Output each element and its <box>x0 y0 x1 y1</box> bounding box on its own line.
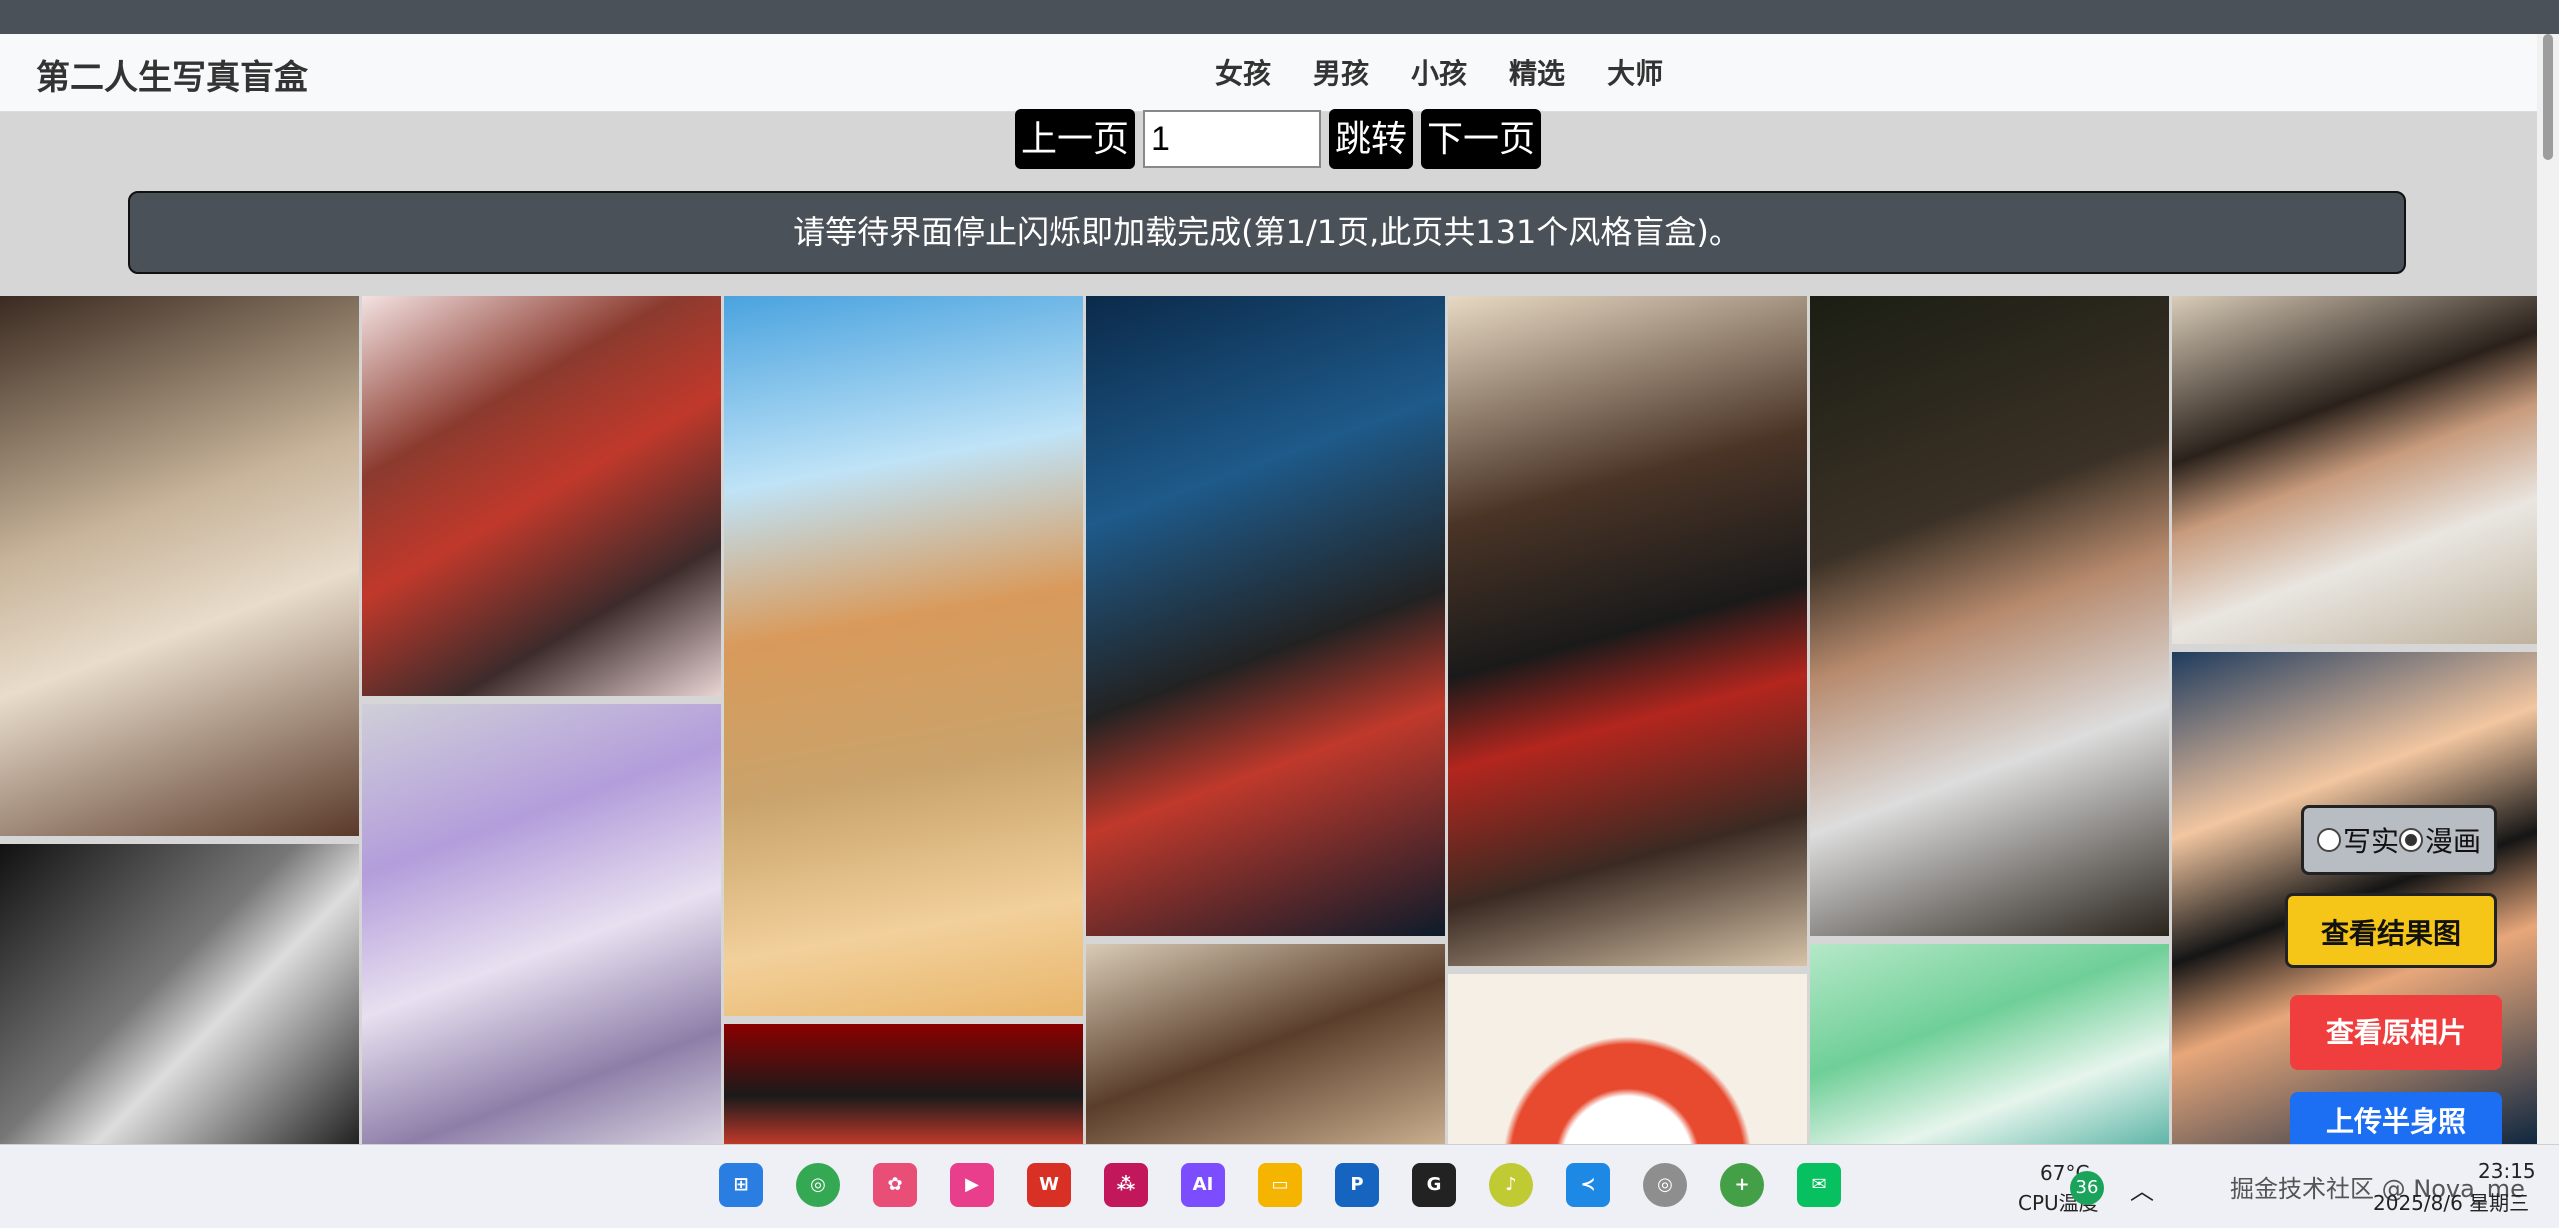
radio-real-label: 写实 <box>2342 825 2399 858</box>
loading-banner: 请等待界面停止闪烁即加载完成(第1/1页,此页共131个风格盲盒)。 <box>128 191 2406 274</box>
tray-chevron-icon[interactable]: ︿ <box>2130 1171 2154 1206</box>
style-card-image[interactable] <box>362 704 721 1144</box>
radio-real[interactable] <box>2316 828 2341 852</box>
style-card-image[interactable] <box>1086 944 1445 1144</box>
prev-page-button[interactable]: 上一页 <box>1015 109 1136 169</box>
wechat-icon[interactable]: ✉ <box>1797 1163 1841 1207</box>
style-card-image[interactable] <box>1810 944 2169 1144</box>
mode-selector: 写实 漫画 <box>2301 805 2497 875</box>
clock-date[interactable]: 2025/8/6 星期三 <box>2373 1187 2529 1216</box>
chrome-icon[interactable]: ◎ <box>796 1163 840 1207</box>
nav-link-girl[interactable]: 女孩 <box>1215 52 1271 92</box>
nav-links: 女孩 男孩 小孩 精选 大师 <box>1215 52 1705 92</box>
nav-link-boy[interactable]: 男孩 <box>1313 52 1369 92</box>
view-result-button[interactable]: 查看结果图 <box>2285 893 2497 968</box>
style-card-image[interactable] <box>362 296 721 696</box>
clock-time[interactable]: 23:15 <box>2478 1159 2536 1183</box>
style-card-image[interactable] <box>1086 296 1445 936</box>
nav-link-kid[interactable]: 小孩 <box>1411 52 1467 92</box>
app-plus-icon[interactable]: + <box>1720 1163 1764 1207</box>
app-dots-icon[interactable]: ⁂ <box>1104 1163 1148 1207</box>
windows-start-icon[interactable]: ⊞ <box>719 1163 763 1207</box>
style-card-image[interactable] <box>1448 296 1807 966</box>
view-original-button[interactable]: 查看原相片 <box>2290 995 2502 1070</box>
app-pink-icon[interactable]: ▶ <box>950 1163 994 1207</box>
music-icon[interactable]: ♪ <box>1489 1163 1533 1207</box>
window-top-strip <box>0 0 2559 34</box>
app-flower-icon[interactable]: ✿ <box>873 1163 917 1207</box>
style-card-image[interactable] <box>724 1024 1083 1144</box>
nav-link-master[interactable]: 大师 <box>1607 52 1663 92</box>
style-card-image[interactable] <box>1810 296 2169 936</box>
pager: 上一页 跳转 下一页 <box>1015 109 1542 169</box>
jump-button[interactable]: 跳转 <box>1329 109 1414 169</box>
style-card-image[interactable] <box>0 844 359 1144</box>
ai-icon[interactable]: AI <box>1181 1163 1225 1207</box>
style-card-image[interactable] <box>1448 974 1807 1144</box>
style-card-image[interactable] <box>724 296 1083 1016</box>
scrollbar-thumb[interactable] <box>2543 34 2553 160</box>
radio-anime[interactable] <box>2399 828 2423 852</box>
navbar: 第二人生写真盲盒 女孩 男孩 小孩 精选 大师 <box>0 34 2537 112</box>
file-explorer-icon[interactable]: ▭ <box>1258 1163 1302 1207</box>
upload-half-body-button[interactable]: 上传半身照 <box>2290 1092 2502 1144</box>
taskbar: ⊞ ◎ ✿ ▶ W ⁂ AI ▭ P G ♪ ≺ ◎ + ✉ 67°C CPU温… <box>0 1144 2559 1228</box>
style-card-image[interactable] <box>0 296 359 836</box>
page-number-input[interactable] <box>1143 110 1322 168</box>
vscode-icon[interactable]: ≺ <box>1566 1163 1610 1207</box>
wps-icon[interactable]: W <box>1027 1163 1071 1207</box>
app-g-icon[interactable]: G <box>1412 1163 1456 1207</box>
next-page-button[interactable]: 下一页 <box>1421 109 1542 169</box>
site-title[interactable]: 第二人生写真盲盒 <box>36 50 308 99</box>
notification-badge[interactable]: 36 <box>2070 1171 2104 1205</box>
app-p-icon[interactable]: P <box>1335 1163 1379 1207</box>
nav-link-featured[interactable]: 精选 <box>1509 52 1565 92</box>
chrome-profile-icon[interactable]: ◎ <box>1643 1163 1687 1207</box>
style-card-image[interactable] <box>2172 296 2537 644</box>
radio-anime-label: 漫画 <box>2425 825 2482 858</box>
vertical-scrollbar[interactable] <box>2537 34 2559 1144</box>
